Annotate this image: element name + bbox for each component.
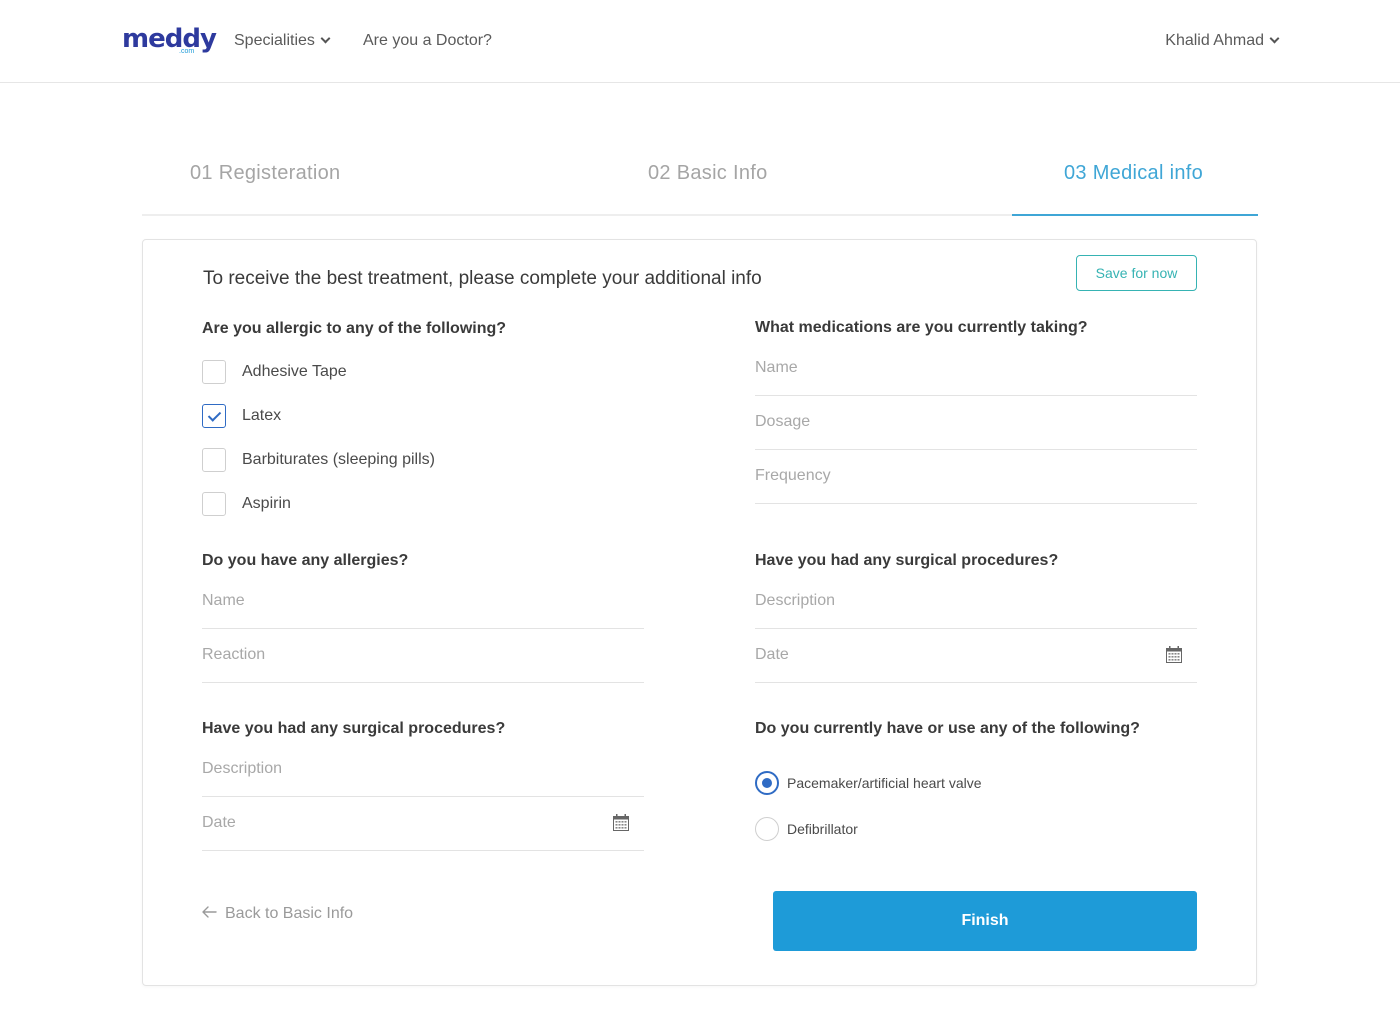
allergy-name-input[interactable]: [202, 575, 644, 627]
chevron-down-icon: [320, 33, 331, 44]
allergy-name-field: [202, 575, 644, 629]
nav-specialities-label: Specialities: [234, 32, 315, 49]
surgical-date-input-left[interactable]: [202, 797, 644, 849]
allergy-reaction-field: [202, 629, 644, 683]
radio[interactable]: [755, 817, 779, 841]
checkbox[interactable]: [202, 360, 226, 384]
surgical-date-field-right: [755, 629, 1197, 683]
arrow-left-icon: [202, 906, 217, 918]
allergies-question: Do you have any allergies?: [202, 552, 409, 569]
radio-label: Pacemaker/artificial heart valve: [787, 775, 982, 791]
back-to-basic-info-link[interactable]: Back to Basic Info: [202, 903, 353, 925]
calendar-icon[interactable]: [613, 814, 629, 831]
checkbox-label: Aspirin: [242, 495, 291, 512]
finish-button[interactable]: Finish: [773, 891, 1197, 951]
back-link-label: Back to Basic Info: [225, 905, 354, 922]
top-navigation-bar: meddy .com Specialities Are you a Doctor…: [0, 0, 1400, 83]
surgical-date-input-right[interactable]: [755, 629, 1197, 681]
chevron-down-icon: [1269, 33, 1280, 44]
medication-name-input[interactable]: [755, 342, 1197, 394]
nav-specialities-dropdown[interactable]: Specialities: [234, 30, 331, 52]
radio-label: Defibrillator: [787, 821, 858, 837]
surgical-procedures-question-left: Have you had any surgical procedures?: [202, 720, 506, 737]
checkbox-checked[interactable]: [202, 404, 226, 428]
meddy-logo[interactable]: meddy .com: [122, 24, 217, 55]
checkbox-label: Barbiturates (sleeping pills): [242, 451, 435, 468]
medication-name-field: [755, 342, 1197, 396]
logo-suffix: .com: [179, 48, 195, 55]
step-medical-info[interactable]: 03 Medical info: [1064, 160, 1203, 186]
medication-dosage-input[interactable]: [755, 396, 1197, 448]
checkbox[interactable]: [202, 448, 226, 472]
surgical-description-input-right[interactable]: [755, 575, 1197, 627]
surgical-description-field-right: [755, 575, 1197, 629]
checkbox-label: Latex: [242, 407, 282, 424]
surgical-procedures-question-right: Have you had any surgical procedures?: [755, 552, 1059, 569]
step-basic-info[interactable]: 02 Basic Info: [648, 160, 768, 186]
medication-frequency-input[interactable]: [755, 450, 1197, 502]
medication-dosage-field: [755, 396, 1197, 450]
allergy-reaction-input[interactable]: [202, 629, 644, 681]
form-intro-text: To receive the best treatment, please co…: [203, 268, 762, 289]
devices-question: Do you currently have or use any of the …: [755, 720, 1140, 737]
medication-frequency-field: [755, 450, 1197, 504]
surgical-date-field-left: [202, 797, 644, 851]
save-for-now-button[interactable]: Save for now: [1076, 255, 1197, 291]
calendar-icon[interactable]: [1166, 646, 1182, 663]
checkbox-label: Adhesive Tape: [242, 363, 347, 380]
user-menu-dropdown[interactable]: Khalid Ahmad: [1165, 30, 1280, 52]
medications-question: What medications are you currently takin…: [755, 319, 1088, 336]
checkbox[interactable]: [202, 492, 226, 516]
radio-selected[interactable]: [755, 771, 779, 795]
step-registration[interactable]: 01 Registeration: [190, 160, 340, 186]
nav-are-you-a-doctor-link[interactable]: Are you a Doctor?: [363, 30, 492, 52]
surgical-description-field-left: [202, 743, 644, 797]
surgical-description-input-left[interactable]: [202, 743, 644, 795]
active-step-indicator: [1012, 214, 1258, 216]
allergic-question: Are you allergic to any of the following…: [202, 320, 507, 337]
user-name: Khalid Ahmad: [1165, 32, 1264, 49]
medical-info-form-card: To receive the best treatment, please co…: [142, 239, 1257, 986]
logo-text: meddy: [122, 24, 217, 54]
progress-steps: 01 Registeration 02 Basic Info 03 Medica…: [142, 140, 1258, 216]
